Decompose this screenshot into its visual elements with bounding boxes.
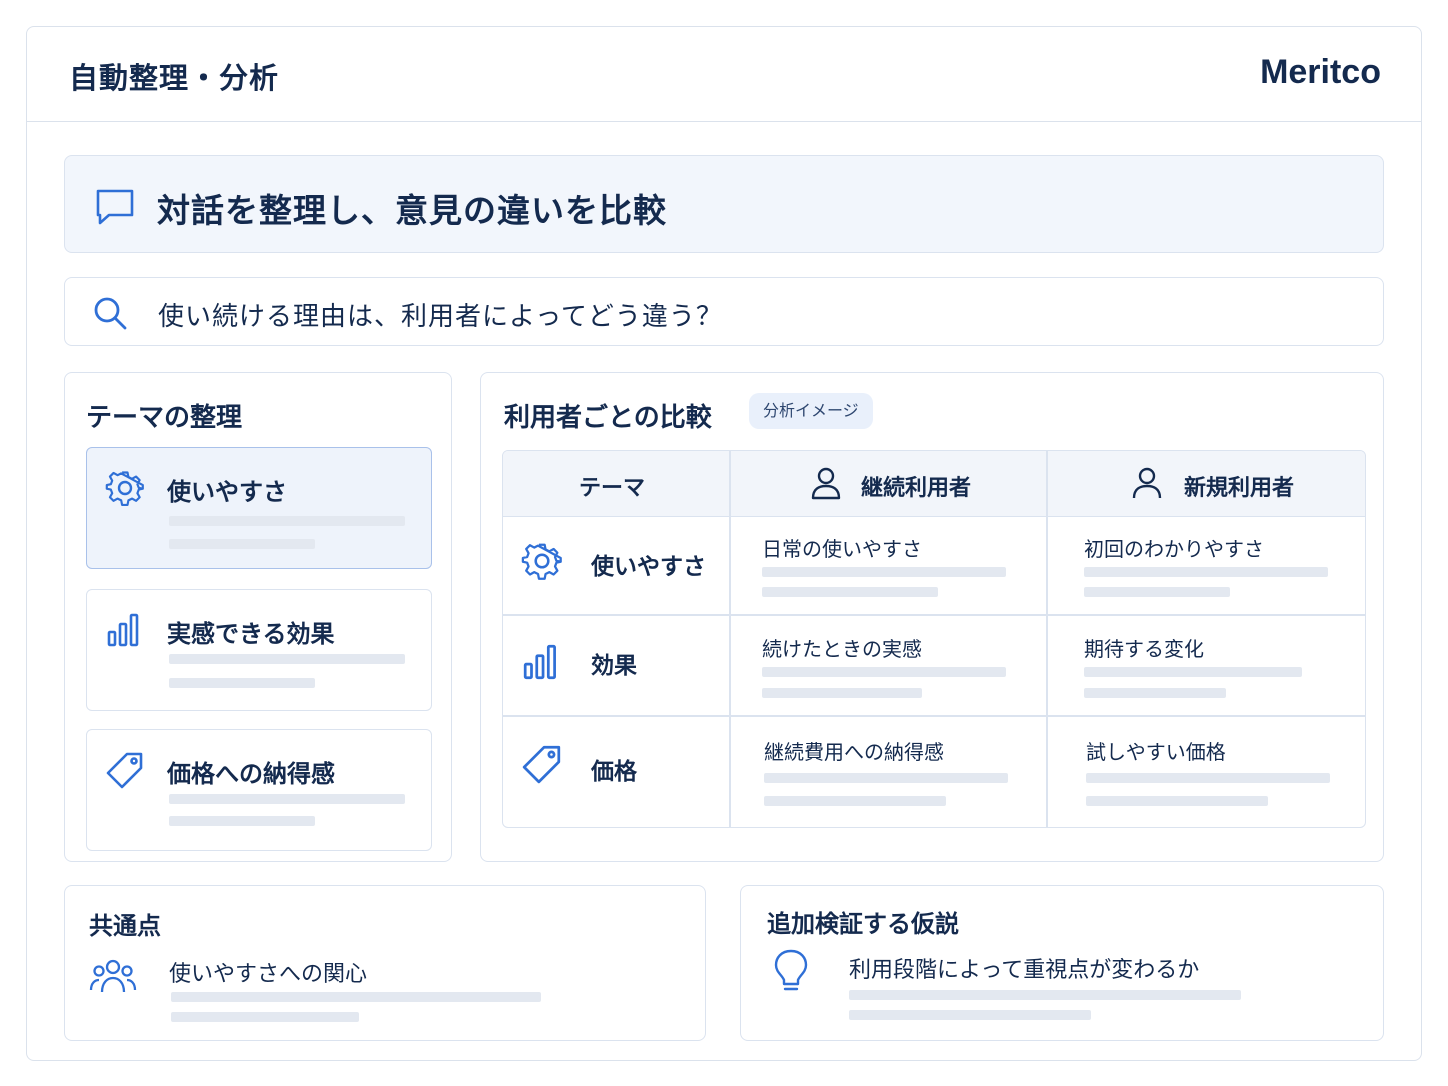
placeholder-line (171, 1012, 359, 1022)
column-divider (1046, 451, 1048, 827)
hypothesis-text: 利用段階によって重視点が変わるか (849, 958, 1200, 983)
common-title: 共通点 (89, 912, 161, 940)
row-theme-label: 効果 (591, 653, 637, 679)
common-points-panel: 共通点 使いやすさへの関心 (64, 885, 706, 1041)
cell-continuing: 続けたときの実感 (762, 637, 922, 661)
search-icon (91, 294, 129, 332)
gear-icon (105, 468, 145, 508)
chat-bubble-icon (93, 184, 137, 228)
cell-new: 期待する変化 (1084, 637, 1204, 661)
cell-continuing: 日常の使いやすさ (762, 537, 922, 561)
placeholder-line (1086, 796, 1268, 806)
user-icon (808, 465, 844, 501)
comparison-panel: 利用者ごとの比較 分析イメージ テーマ 継続利用者 新規利用者 使いやすさ 日常… (480, 372, 1384, 862)
placeholder-line (762, 587, 938, 597)
section-banner: 対話を整理し、意見の違いを比較 (64, 155, 1384, 253)
theme-label: 価格への納得感 (167, 760, 335, 788)
placeholder-line (762, 667, 1006, 677)
themes-title: テーマの整理 (86, 403, 243, 433)
cell-new: 初回のわかりやすさ (1084, 537, 1264, 561)
lightbulb-icon (771, 948, 811, 996)
banner-title: 対話を整理し、意見の違いを比較 (157, 191, 667, 230)
placeholder-line (1084, 587, 1230, 597)
theme-label: 使いやすさ (167, 478, 287, 506)
row-divider (503, 614, 1365, 616)
column-header-theme: テーマ (579, 476, 646, 501)
bar-chart-icon (521, 641, 563, 683)
placeholder-line (764, 796, 946, 806)
placeholder-line (849, 1010, 1091, 1020)
tag-icon (105, 750, 145, 790)
hypothesis-panel: 追加検証する仮説 利用段階によって重視点が変わるか (740, 885, 1384, 1041)
theme-card-price[interactable]: 価格への納得感 (86, 729, 432, 851)
placeholder-line (762, 688, 922, 698)
user-icon (1129, 465, 1165, 501)
search-input[interactable]: 使い続ける理由は、利用者によってどう違う？ (64, 277, 1384, 346)
column-header-continuing: 継続利用者 (861, 476, 972, 501)
common-text: 使いやすさへの関心 (169, 962, 368, 987)
placeholder-line (169, 678, 315, 688)
row-theme-label: 価格 (591, 759, 637, 785)
app-title: 自動整理・分析 (69, 61, 280, 95)
theme-card-usability[interactable]: 使いやすさ (86, 447, 432, 569)
column-header-new: 新規利用者 (1184, 476, 1295, 501)
placeholder-line (169, 516, 405, 526)
placeholder-line (1084, 667, 1302, 677)
placeholder-line (169, 794, 405, 804)
placeholder-line (169, 654, 405, 664)
placeholder-line (1084, 688, 1226, 698)
analysis-badge: 分析イメージ (749, 393, 873, 429)
comparison-table: テーマ 継続利用者 新規利用者 使いやすさ 日常の使いやすさ 初回のわかりやすさ… (502, 450, 1366, 828)
placeholder-line (169, 816, 315, 826)
comparison-title: 利用者ごとの比較 (504, 403, 712, 433)
placeholder-line (171, 992, 541, 1002)
row-theme-label: 使いやすさ (591, 554, 706, 580)
placeholder-line (764, 773, 1008, 783)
theme-card-effect[interactable]: 実感できる効果 (86, 589, 432, 711)
tag-icon (521, 743, 563, 785)
brand-logo: Meritco (1260, 53, 1381, 91)
placeholder-line (169, 539, 315, 549)
hypothesis-title: 追加検証する仮説 (767, 910, 959, 938)
bar-chart-icon (105, 610, 145, 650)
placeholder-line (849, 990, 1241, 1000)
placeholder-line (762, 567, 1006, 577)
row-divider (503, 715, 1365, 717)
top-bar: 自動整理・分析 Meritco (27, 27, 1421, 122)
users-icon (89, 958, 137, 996)
search-query: 使い続ける理由は、利用者によってどう違う？ (158, 302, 723, 332)
column-divider (729, 451, 731, 827)
placeholder-line (1084, 567, 1328, 577)
cell-continuing: 継続費用への納得感 (764, 740, 944, 764)
placeholder-line (1086, 773, 1330, 783)
gear-icon (521, 540, 563, 582)
themes-panel: テーマの整理 使いやすさ 実感できる効果 価格への納得感 (64, 372, 452, 862)
cell-new: 試しやすい価格 (1086, 740, 1226, 764)
theme-label: 実感できる効果 (167, 620, 335, 648)
